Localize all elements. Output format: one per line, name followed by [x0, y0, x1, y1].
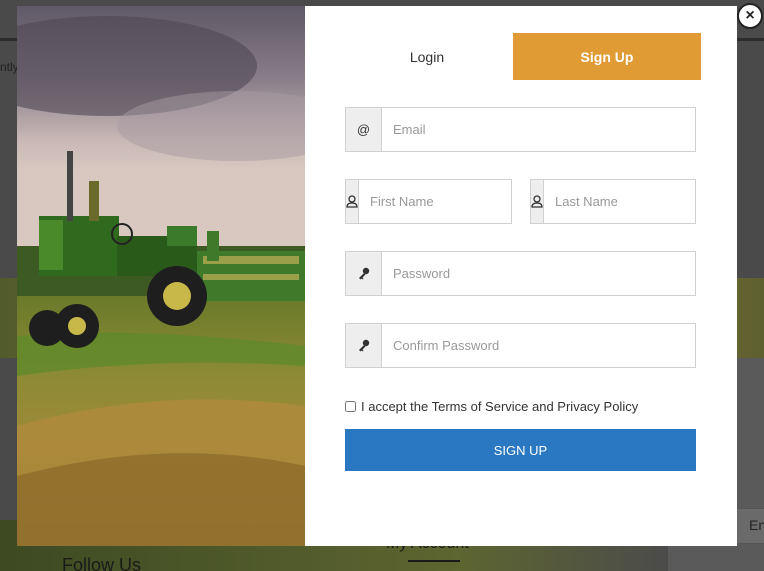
key-icon — [346, 324, 382, 367]
first-name-input[interactable] — [359, 180, 546, 223]
key-icon — [346, 252, 382, 295]
signup-submit-button[interactable]: SIGN UP — [345, 429, 696, 471]
tab-signup[interactable]: Sign Up — [513, 33, 701, 80]
email-input[interactable] — [382, 108, 695, 151]
password-input[interactable] — [382, 252, 695, 295]
confirm-password-input[interactable] — [382, 324, 695, 367]
last-name-input[interactable] — [544, 180, 731, 223]
terms-label: I accept the Terms of Service and Privac… — [361, 399, 639, 414]
user-icon — [531, 180, 544, 223]
signup-modal: × Login Sign Up @ I accept the Terms of … — [17, 3, 763, 546]
last-name-field — [530, 179, 731, 224]
close-button[interactable]: × — [737, 3, 763, 29]
password-field — [345, 251, 696, 296]
first-name-field — [345, 179, 546, 224]
email-field: @ — [345, 107, 696, 152]
background-text-fragment: ntly — [0, 60, 19, 74]
follow-us-heading: Follow Us — [62, 555, 142, 571]
tab-login[interactable]: Login — [333, 33, 521, 80]
terms-checkbox[interactable] — [345, 401, 356, 412]
user-icon — [346, 180, 359, 223]
tractor-field-image — [17, 6, 305, 546]
at-icon: @ — [346, 108, 382, 151]
terms-row: I accept the Terms of Service and Privac… — [345, 399, 638, 414]
my-account-underline — [408, 560, 460, 562]
background-input-fragment: En — [736, 508, 764, 544]
confirm-password-field — [345, 323, 696, 368]
